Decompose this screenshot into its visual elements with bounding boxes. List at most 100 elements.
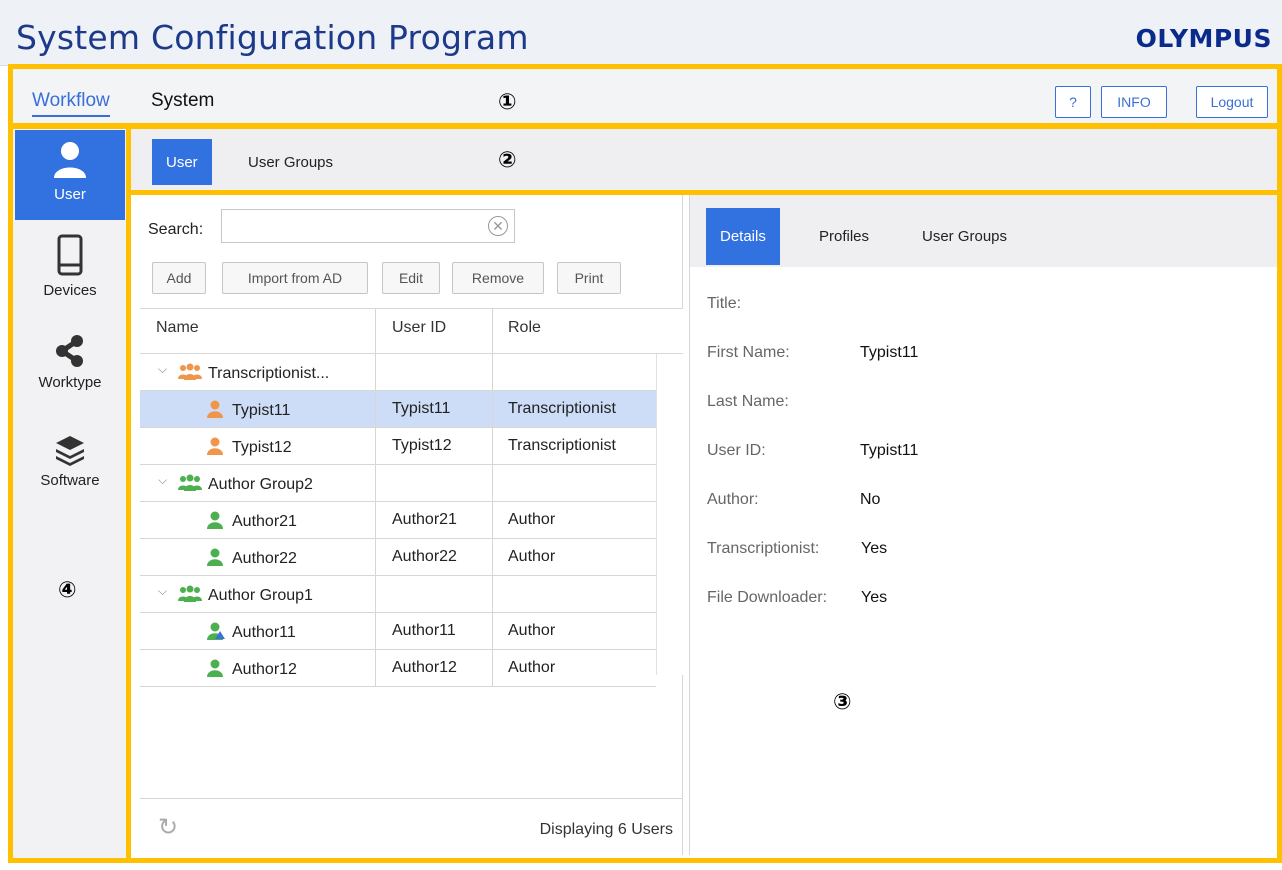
field-label: File Downloader: [707,589,828,606]
tab-profiles[interactable]: Profiles [819,208,869,265]
cell-name: Author Group1 [178,585,313,605]
share-icon [56,335,83,367]
edit-button[interactable]: Edit [382,262,440,294]
tab-user-groups[interactable]: User Groups [248,139,333,185]
logout-button[interactable]: Logout [1196,86,1268,118]
cell-name: Author22 [206,548,297,568]
user-details-panel: Details Profiles User Groups Title: First… [689,195,1282,855]
group-row[interactable]: ⌵ Author Group1 [140,576,656,613]
nav-system[interactable]: System [151,90,214,112]
user-list-panel: Search: ✕ Add Import from AD Edit Remove… [136,195,683,855]
name-text: Author Group1 [208,587,313,604]
cell-user-id: Author22 [392,548,457,565]
search-label: Search: [148,221,204,238]
user-group-icon [178,474,202,491]
cell-name: Typist11 [206,400,290,420]
callout-4: ④ [58,578,77,603]
cell-role: Author [508,622,556,639]
tab-details[interactable]: Details [706,208,780,265]
sidebar-item-label: Devices [43,282,97,299]
user-icon [207,511,223,529]
cell-name: Author Group2 [178,474,313,494]
help-button[interactable]: ? [1055,86,1091,118]
sidebar-item-label: Worktype [38,374,102,391]
sub-tab-bar: User User Groups [131,129,1282,190]
table-row[interactable]: Author21 Author21 Author [140,502,656,539]
field-value: Yes [861,540,888,557]
cell-role: Author [508,659,556,676]
cell-user-id: Author12 [392,659,457,676]
main-nav: Workflow System ? INFO Logout [10,68,1282,124]
name-text: Author12 [232,661,297,678]
field-label: Last Name: [707,393,789,410]
cell-name: Author12 [206,659,297,679]
name-text: Author Group2 [208,476,313,493]
cell-user-id: Typist12 [392,437,452,454]
refresh-icon[interactable]: ↻ [158,813,178,842]
table-scrollbar[interactable] [656,354,683,675]
column-header-role[interactable]: Role [508,319,541,337]
column-header-name[interactable]: Name [156,319,199,337]
name-text: Author22 [232,550,297,567]
device-icon [57,234,83,276]
cell-role: Author [508,548,556,565]
column-header-user-id[interactable]: User ID [392,319,446,337]
table-row[interactable]: Typist11 Typist11 Transcriptionist [140,391,656,428]
user-group-icon [178,363,202,380]
cell-role: Transcriptionist [508,437,616,454]
sidebar-item-label: User [54,186,86,203]
cell-role: Author [508,511,556,528]
remove-button[interactable]: Remove [452,262,544,294]
table-row[interactable]: Author11 Author11 Author [140,613,656,650]
cell-user-id: Author11 [392,622,456,639]
add-button[interactable]: Add [152,262,206,294]
callout-1: ① [498,90,517,115]
info-button[interactable]: INFO [1101,86,1167,118]
field-label: Title: [707,295,742,312]
layers-icon [56,436,84,466]
sidebar-item-user[interactable]: User [15,130,125,220]
name-text: Author11 [232,624,296,641]
cell-name: Typist12 [206,437,292,457]
expand-chevron-icon[interactable]: ⌵ [158,584,167,599]
list-footer: ↻ Displaying 6 Users [140,798,683,855]
brand-logo: OLYMPUS [1135,24,1272,53]
callout-3: ③ [833,690,852,715]
sidebar-item-label: Software [40,472,100,489]
cell-role: Transcriptionist [508,400,616,417]
cell-name: Author21 [206,511,297,531]
cell-name: Transcriptionist... [178,363,329,383]
cell-user-id: Author21 [392,511,457,528]
field-value: Yes [861,589,888,606]
group-row[interactable]: ⌵ Transcriptionist... [140,354,656,391]
sidebar-item-devices[interactable]: Devices [15,232,125,322]
tab-user[interactable]: User [152,139,212,185]
user-icon [54,142,86,178]
tab-detail-user-groups[interactable]: User Groups [922,208,1007,265]
sidebar-item-worktype[interactable]: Worktype [15,330,125,420]
field-value: No [860,491,881,508]
table-row[interactable]: Author12 Author12 Author [140,650,656,687]
table-header: Name User ID Role [140,308,683,354]
sidebar-item-software[interactable]: Software [15,428,125,518]
name-text: Typist12 [232,439,292,456]
user-icon [207,659,223,677]
field-label: User ID: [707,442,766,459]
table-row[interactable]: Author22 Author22 Author [140,539,656,576]
name-text: Author21 [232,513,297,530]
user-icon [207,622,225,640]
expand-chevron-icon[interactable]: ⌵ [158,473,167,488]
clear-search-icon[interactable]: ✕ [488,216,508,236]
nav-workflow[interactable]: Workflow [32,90,110,117]
app-title: System Configuration Program [16,18,529,57]
group-row[interactable]: ⌵ Author Group2 [140,465,656,502]
import-from-ad-button[interactable]: Import from AD [222,262,368,294]
table-row[interactable]: Typist12 Typist12 Transcriptionist [140,428,656,465]
expand-chevron-icon[interactable]: ⌵ [158,362,167,377]
print-button[interactable]: Print [557,262,621,294]
name-text: Transcriptionist... [208,365,330,382]
user-icon [207,437,223,455]
field-label: Author: [707,491,759,508]
search-input[interactable]: ✕ [221,209,515,243]
callout-2: ② [498,148,517,173]
